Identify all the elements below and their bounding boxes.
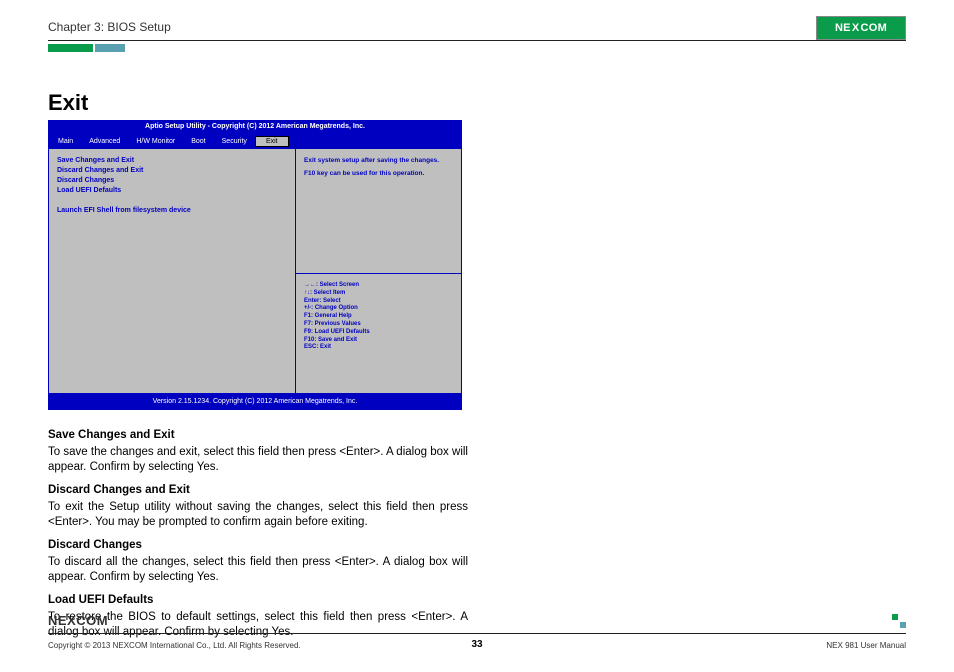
bios-help-2: F10 key can be used for this operation.: [304, 170, 453, 177]
bios-key-4: F1: General Help: [304, 313, 453, 321]
nexcom-logo-top: NEXCOM: [816, 16, 906, 40]
bios-help-panel: Exit system setup after saving the chang…: [296, 149, 461, 274]
section-3-heading: Discard Changes: [48, 538, 468, 554]
bios-item-discard[interactable]: Discard Changes: [57, 177, 287, 184]
section-1-text: To save the changes and exit, select thi…: [48, 445, 468, 476]
bios-tab-advanced[interactable]: Advanced: [81, 136, 128, 147]
bios-key-6: F9: Load UEFI Defaults: [304, 329, 453, 337]
header-deco-teal: [95, 44, 125, 52]
bios-key-0: →←: Select Screen: [304, 282, 453, 290]
bios-key-2: Enter: Select: [304, 298, 453, 306]
bios-help-1: Exit system setup after saving the chang…: [304, 157, 453, 164]
manual-name: NEX 981 User Manual: [826, 641, 906, 650]
bios-key-1: ↑↓: Select Item: [304, 290, 453, 298]
bios-keys-panel: →←: Select Screen ↑↓: Select Item Enter:…: [296, 274, 461, 393]
header-rule: [48, 40, 906, 41]
bios-left-panel: Save Changes and Exit Discard Changes an…: [48, 148, 296, 394]
bios-tab-main[interactable]: Main: [50, 136, 81, 147]
chapter-label: Chapter 3: BIOS Setup: [48, 20, 171, 34]
section-3-text: To discard all the changes, select this …: [48, 555, 468, 586]
footer-rule: [48, 633, 906, 634]
nexcom-logo-bottom: NEXCOM: [48, 613, 108, 628]
section-2-text: To exit the Setup utility without saving…: [48, 500, 468, 531]
bios-item-discard-exit[interactable]: Discard Changes and Exit: [57, 167, 287, 174]
bios-item-load-defaults[interactable]: Load UEFI Defaults: [57, 187, 287, 194]
bios-tab-row: Main Advanced H/W Monitor Boot Security …: [48, 134, 462, 148]
bios-key-3: +/-: Change Option: [304, 305, 453, 313]
bios-key-7: F10: Save and Exit: [304, 337, 453, 345]
section-4-text: To restore the BIOS to default settings,…: [48, 610, 468, 641]
page-number: 33: [471, 639, 482, 650]
section-4-heading: Load UEFI Defaults: [48, 593, 468, 609]
bios-item-launch-efi[interactable]: Launch EFI Shell from filesystem device: [57, 207, 287, 214]
section-2-heading: Discard Changes and Exit: [48, 483, 468, 499]
bios-item-save-exit[interactable]: Save Changes and Exit: [57, 157, 287, 164]
header-deco-green: [48, 44, 93, 52]
bios-key-8: ESC: Exit: [304, 344, 453, 352]
bios-tab-exit[interactable]: Exit: [255, 136, 289, 147]
bios-screenshot: Aptio Setup Utility - Copyright (C) 2012…: [48, 120, 462, 410]
copyright-text: Copyright © 2013 NEXCOM International Co…: [48, 641, 301, 650]
footer-deco: [886, 614, 906, 628]
bios-footer: Version 2.15.1234. Copyright (C) 2012 Am…: [48, 394, 462, 410]
section-1-heading: Save Changes and Exit: [48, 428, 468, 444]
bios-key-5: F7: Previous Values: [304, 321, 453, 329]
bios-tab-security[interactable]: Security: [214, 136, 255, 147]
bios-tab-boot[interactable]: Boot: [183, 136, 213, 147]
page-title: Exit: [48, 90, 88, 116]
bios-titlebar: Aptio Setup Utility - Copyright (C) 2012…: [48, 120, 462, 134]
bios-tab-hwmonitor[interactable]: H/W Monitor: [128, 136, 183, 147]
